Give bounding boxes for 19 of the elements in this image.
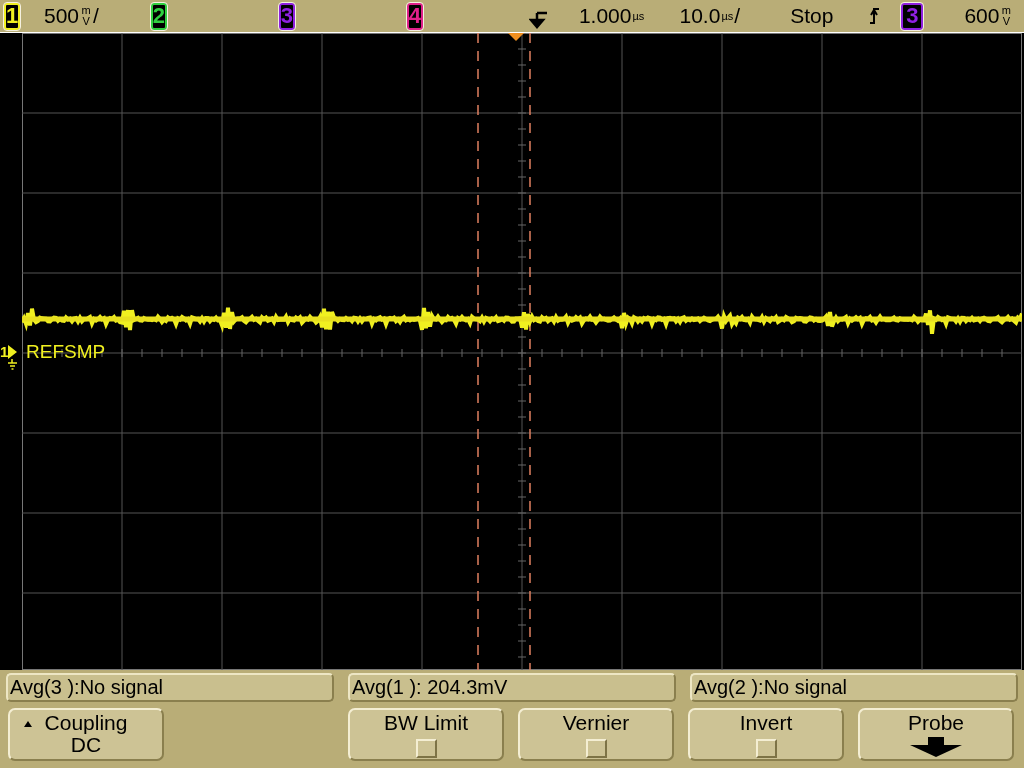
measurement-readout: Avg(2 ):No signal [690, 673, 1018, 702]
channel-badge[interactable]: 2 [150, 2, 167, 30]
ground-marker-icon [8, 343, 20, 371]
measurement-readout: Avg(3 ):No signal [6, 673, 334, 702]
trigger-position-icon [528, 11, 549, 31]
rising-edge-icon [869, 6, 882, 26]
toggle-softkey[interactable]: Invert [688, 708, 844, 761]
toggle-softkey[interactable]: BW Limit [348, 708, 504, 761]
trace-label: REFSMP [26, 341, 106, 363]
down-arrow-icon [910, 737, 962, 757]
run-status: Stop [790, 4, 834, 28]
channel-number: 1 [0, 343, 9, 361]
measurement-readout: Avg(1 ): 204.3mV [348, 673, 676, 702]
channel-badge[interactable]: 4 [406, 2, 423, 30]
channel-badge[interactable]: 1 [4, 2, 20, 30]
probe-softkey[interactable]: Probe [858, 708, 1014, 761]
coupling-softkey[interactable]: Coupling DC [8, 708, 164, 761]
caret-icon [24, 721, 32, 727]
toggle-softkey[interactable]: Vernier [518, 708, 674, 761]
